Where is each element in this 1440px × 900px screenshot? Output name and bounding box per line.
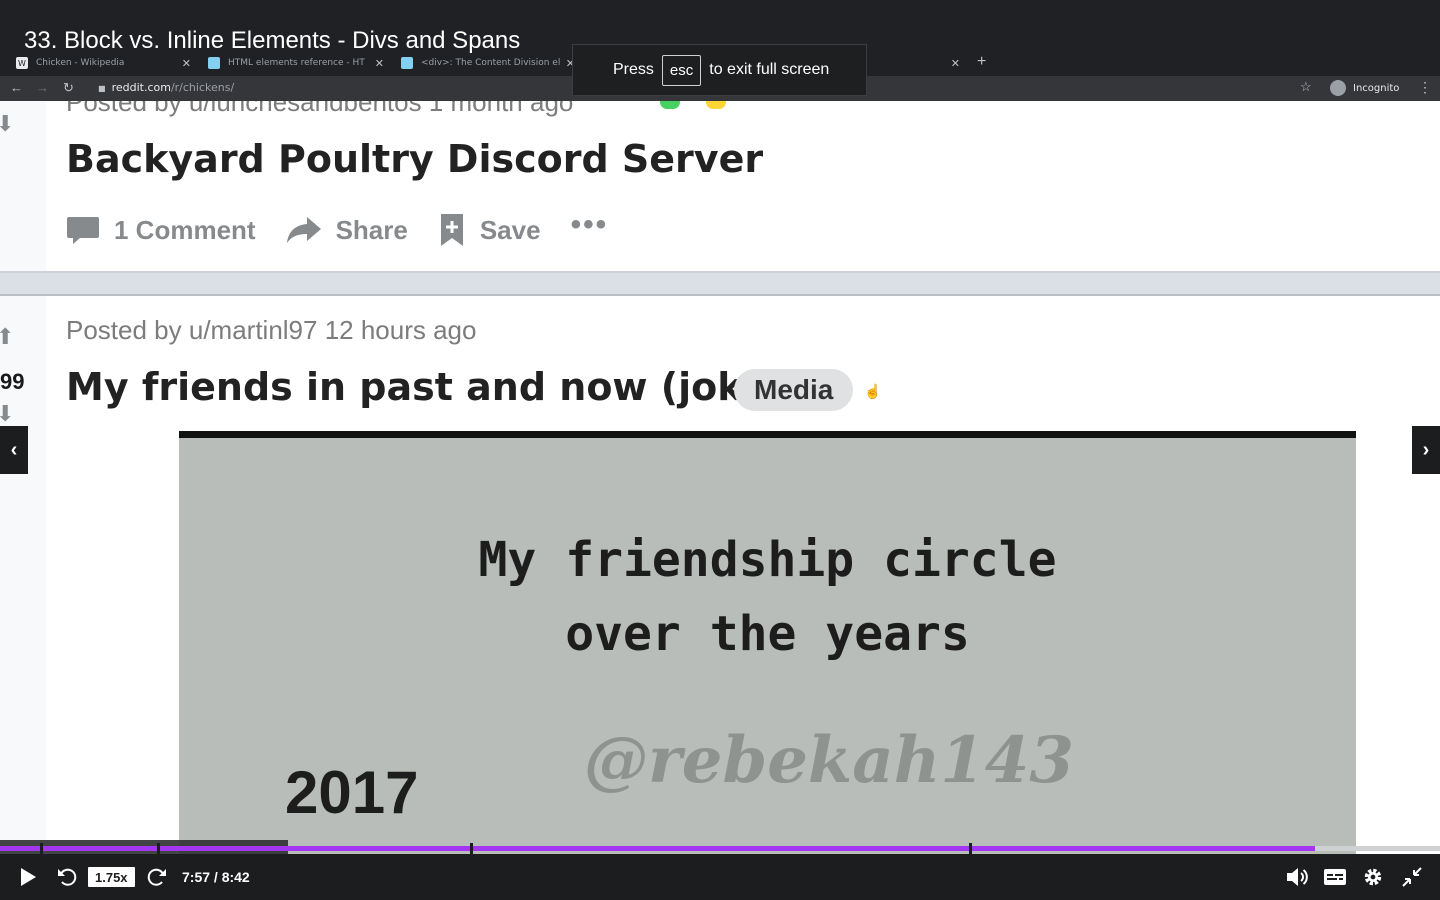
post-flair: Media	[734, 369, 854, 411]
volume-icon[interactable]	[1285, 866, 1309, 888]
browser-tab: HTML elements reference - HT ✕	[208, 52, 384, 74]
comment-icon	[67, 217, 99, 244]
post-meta: Posted by u/martinl97 12 hours ago	[66, 315, 477, 345]
post-actions: 1 Comment Share Save •••	[66, 208, 608, 247]
post-title: Backyard Poultry Discord Server	[66, 137, 764, 181]
next-lecture-button[interactable]: ›	[1412, 426, 1440, 474]
vote-column: ⬇	[0, 101, 46, 271]
address-bar: ■ reddit.com/r/chickens/	[98, 81, 234, 94]
share-label: Share	[335, 214, 408, 245]
captions-icon[interactable]	[1323, 866, 1347, 888]
progress-bar[interactable]	[0, 843, 1440, 854]
incognito-badge: Incognito	[1330, 80, 1399, 96]
meme-year: 2017	[285, 759, 419, 826]
rewind-icon[interactable]	[56, 866, 78, 888]
more-options-icon: •••	[570, 208, 609, 241]
bookmark-icon	[440, 214, 463, 246]
post-image: My friendship circle over the years @reb…	[179, 431, 1356, 861]
lecture-title: 33. Block vs. Inline Elements - Divs and…	[24, 27, 521, 54]
bookmark-star-icon: ☆	[1300, 79, 1312, 94]
wikipedia-icon: W	[16, 57, 28, 69]
meme-caption: My friendship circle over the years	[179, 523, 1356, 671]
downvote-icon: ⬇	[0, 111, 15, 136]
share-icon	[286, 217, 321, 243]
mdn-icon	[401, 57, 413, 69]
reddit-page: ⬇ Posted by u/lunchesandbentos 1 month a…	[0, 101, 1440, 861]
chapter-marker	[157, 843, 160, 854]
award-icon	[660, 101, 680, 109]
previous-lecture-button[interactable]: ‹	[0, 426, 28, 474]
progress-fill	[0, 846, 1315, 851]
vote-score: 99	[0, 369, 25, 394]
comments-button: 1 Comment	[66, 215, 256, 246]
esc-key: esc	[661, 54, 702, 86]
udemy-watermark: Udemy	[1382, 828, 1436, 845]
video-player[interactable]: W Chicken - Wikipedia ✕ HTML elements re…	[0, 0, 1440, 900]
url-host: reddit.com	[111, 81, 171, 94]
browser-tab-label: <div>: The Content Division el	[421, 58, 561, 68]
playback-rate-button[interactable]: 1.75x	[88, 867, 135, 887]
comments-label: 1 Comment	[114, 214, 256, 245]
share-button: Share	[286, 215, 408, 246]
chevron-right-icon: ›	[1422, 438, 1430, 461]
new-tab-icon: +	[977, 53, 987, 70]
chapter-marker	[40, 843, 43, 854]
downvote-icon: ⬇	[0, 401, 15, 426]
close-icon: ✕	[181, 56, 191, 70]
browser-tab: ✕	[866, 52, 960, 74]
award-icon	[706, 101, 726, 109]
time-display: 7:57 / 8:42	[182, 869, 250, 885]
close-icon: ✕	[374, 56, 384, 70]
back-arrow-icon: ←	[10, 80, 23, 95]
exit-fullscreen-icon[interactable]	[1401, 866, 1423, 888]
meme-caption-line: My friendship circle	[478, 532, 1057, 588]
fullscreen-notice-prefix: Press	[613, 61, 654, 78]
url-path: /r/chickens/	[170, 81, 235, 94]
settings-gear-icon[interactable]	[1361, 866, 1385, 888]
play-icon[interactable]	[18, 866, 38, 888]
control-bar: 1.75x 7:57 / 8:42	[0, 854, 1440, 900]
post-divider	[0, 271, 1440, 296]
meme-watermark: @rebekah143	[584, 723, 1074, 798]
meme-caption-line: over the years	[565, 606, 970, 662]
mouse-cursor-icon: ☝	[864, 383, 882, 399]
incognito-icon	[1330, 80, 1346, 96]
save-label: Save	[479, 214, 541, 245]
save-button: Save	[438, 213, 541, 247]
fullscreen-notice: Press esc to exit full screen	[572, 44, 867, 96]
browser-tab-label: HTML elements reference - HT	[228, 58, 365, 68]
reload-icon: ↻	[63, 80, 74, 95]
close-icon: ✕	[950, 56, 960, 70]
chevron-left-icon: ‹	[10, 438, 18, 461]
forward-arrow-icon: →	[36, 80, 49, 95]
browser-tab: <div>: The Content Division el ✕	[401, 52, 575, 74]
upvote-icon: ⬆	[0, 324, 15, 349]
incognito-label: Incognito	[1353, 82, 1400, 94]
forward-icon[interactable]	[146, 866, 168, 888]
browser-tab-label: Chicken - Wikipedia	[36, 58, 125, 68]
browser-tab: W Chicken - Wikipedia ✕	[16, 52, 191, 74]
fullscreen-notice-suffix: to exit full screen	[709, 61, 830, 78]
chapter-marker	[470, 843, 473, 854]
mdn-icon	[208, 57, 220, 69]
lock-icon: ■	[98, 84, 106, 93]
browser-menu-icon: ⋮	[1418, 79, 1432, 95]
chapter-marker	[969, 843, 972, 854]
post-title: My friends in past and now (joke)	[66, 365, 785, 409]
post-meta: Posted by u/lunchesandbentos 1 month ago	[66, 101, 574, 117]
